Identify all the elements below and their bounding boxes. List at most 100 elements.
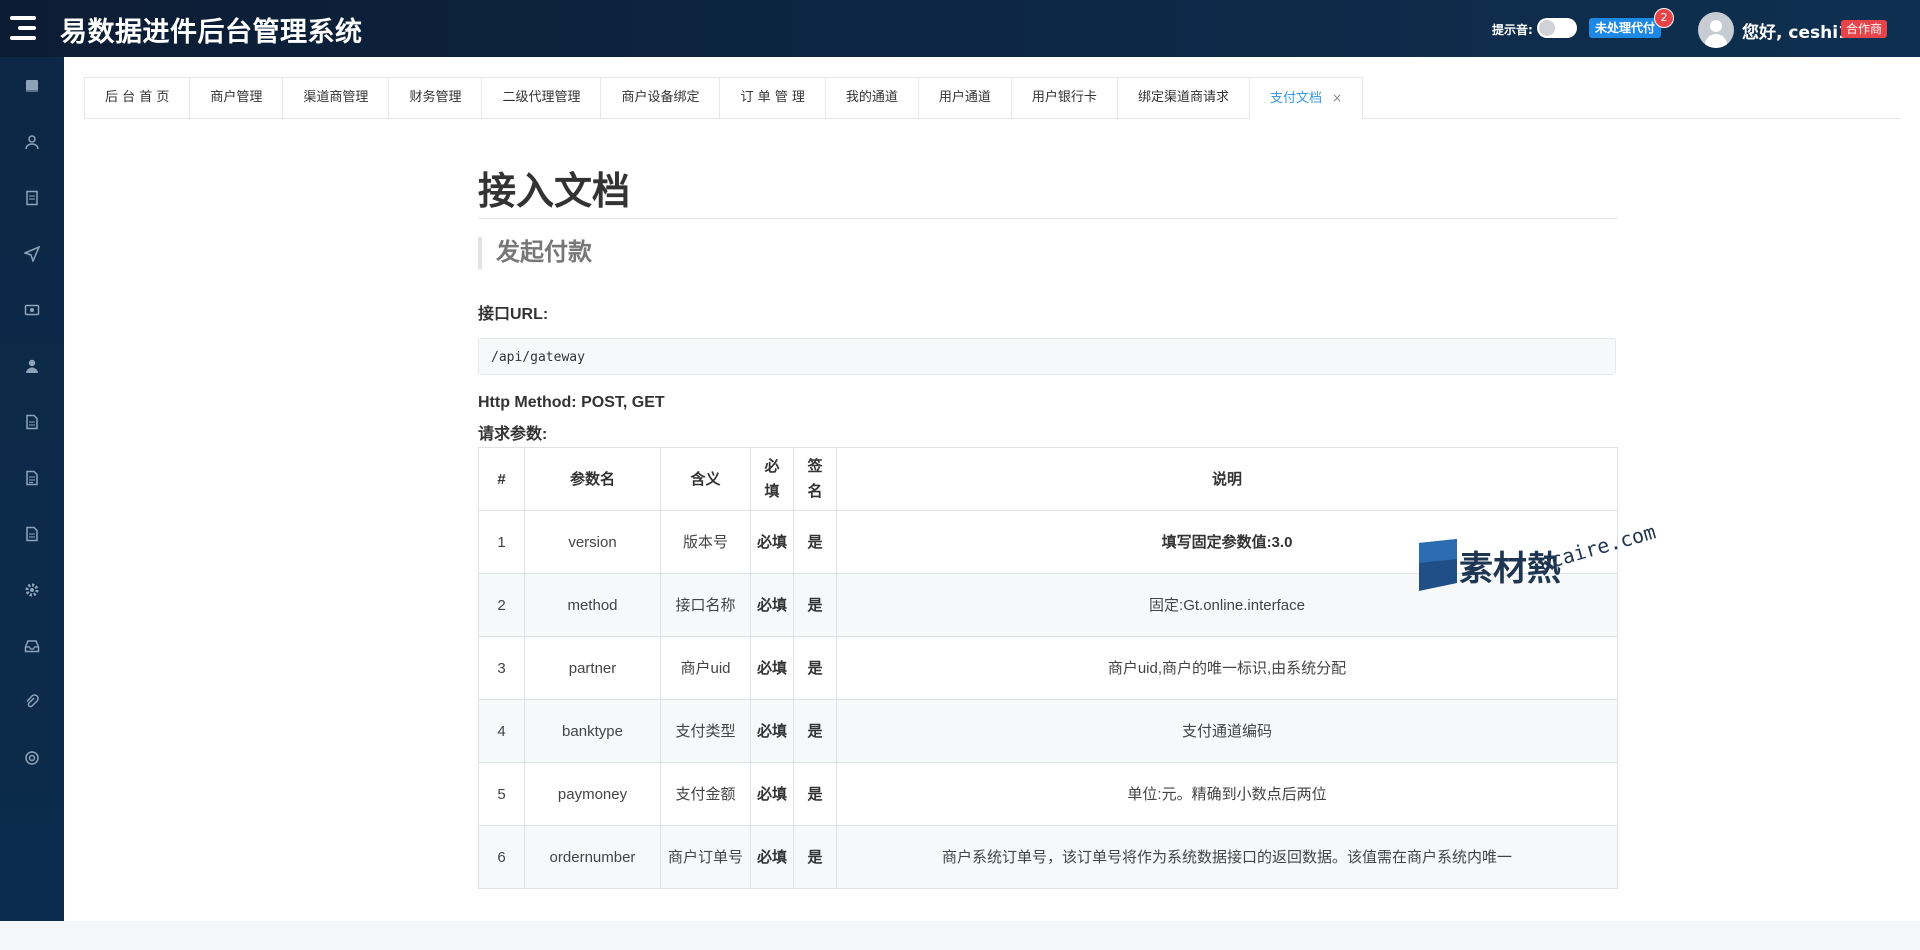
money-icon[interactable] bbox=[20, 298, 44, 322]
paperclip-icon[interactable] bbox=[20, 690, 44, 714]
book-icon[interactable] bbox=[20, 74, 44, 98]
tab-my-channels[interactable]: 我的通道 bbox=[824, 77, 918, 119]
watermark: 素材熱 sucaire.com bbox=[1419, 519, 1664, 600]
watermark-logo-icon bbox=[1419, 539, 1457, 591]
cell-param-name: paymoney bbox=[524, 762, 661, 826]
tab-sub-agent-management[interactable]: 二级代理管理 bbox=[481, 77, 601, 119]
divider bbox=[478, 218, 1618, 219]
tab-finance-management[interactable]: 财务管理 bbox=[388, 77, 482, 119]
user-greeting[interactable]: 您好, ceshi1 bbox=[1742, 18, 1850, 43]
user-outline-icon[interactable] bbox=[20, 130, 44, 154]
col-description: 说明 bbox=[836, 447, 1618, 511]
cell-signed: 是 bbox=[793, 825, 837, 889]
table-row: 5 paymoney 支付金额 必填是单位:元。精确到小数点后两位 bbox=[478, 762, 1618, 826]
http-method-label: Http Method: POST, GET bbox=[478, 394, 665, 411]
tab-user-channels[interactable]: 用户通道 bbox=[917, 77, 1011, 119]
col-index: # bbox=[478, 447, 525, 511]
cell-signed: 是 bbox=[793, 510, 837, 574]
lifebuoy-icon[interactable] bbox=[20, 746, 44, 770]
cell-param-name: version bbox=[524, 510, 661, 574]
cell-description: 单位:元。精确到小数点后两位 bbox=[836, 762, 1618, 826]
table-row: 6 ordernumber 商户订单号 必填是商户系统订单号，该订单号将作为系统数据接… bbox=[478, 825, 1618, 889]
sound-toggle[interactable] bbox=[1537, 18, 1577, 38]
menu-toggle-icon[interactable] bbox=[10, 16, 40, 42]
role-badge: 合作商 bbox=[1841, 20, 1888, 38]
cell-meaning: 版本号 bbox=[660, 510, 751, 574]
app-title: 易数据进件后台管理系统 bbox=[60, 17, 363, 48]
cell-signed: 是 bbox=[793, 699, 837, 763]
doc-title: 接入文档 bbox=[478, 171, 631, 213]
url-code-block: /api/gateway bbox=[478, 338, 1616, 375]
pending-count-badge: 2 bbox=[1654, 8, 1674, 28]
gear-icon[interactable] bbox=[20, 578, 44, 602]
cell-description: 商户系统订单号，该订单号将作为系统数据接口的返回数据。该值需在商户系统内唯一 bbox=[836, 825, 1618, 889]
col-required: 必 填 bbox=[750, 447, 794, 511]
file-list-icon[interactable] bbox=[20, 522, 44, 546]
avatar[interactable] bbox=[1698, 12, 1734, 48]
file-text-icon[interactable] bbox=[20, 466, 44, 490]
tab-channel-binding-requests[interactable]: 绑定渠道商请求 bbox=[1116, 77, 1249, 119]
pending-payout-button[interactable]: 未处理代付 bbox=[1589, 18, 1662, 38]
cell-required: 必填 bbox=[750, 699, 794, 763]
cell-required: 必填 bbox=[750, 636, 794, 700]
params-table: # 参数名 含义 必 填 签 名 说明 1 version 版本号 必填是填写固定参数… bbox=[478, 447, 1618, 889]
cell-index: 3 bbox=[478, 636, 525, 700]
file-icon[interactable] bbox=[20, 410, 44, 434]
cell-param-name: partner bbox=[524, 636, 661, 700]
cell-description: 商户uid,商户的唯一标识,由系统分配 bbox=[836, 636, 1618, 700]
tab-user-bank-cards[interactable]: 用户银行卡 bbox=[1010, 77, 1117, 119]
tab-channel-management[interactable]: 渠道商管理 bbox=[282, 77, 389, 119]
cell-meaning: 支付金额 bbox=[660, 762, 751, 826]
tab-label: 后 台 首 页 bbox=[105, 90, 170, 105]
tab-payment-docs[interactable]: 支付文档 × bbox=[1248, 77, 1364, 120]
cell-param-name: ordernumber bbox=[524, 825, 661, 889]
cell-meaning: 支付类型 bbox=[660, 699, 751, 763]
tab-merchant-management[interactable]: 商户管理 bbox=[189, 77, 283, 119]
tab-label: 绑定渠道商请求 bbox=[1137, 90, 1229, 105]
document-icon[interactable] bbox=[20, 186, 44, 210]
close-icon[interactable]: × bbox=[1332, 91, 1342, 105]
tab-label: 商户设备绑定 bbox=[621, 90, 700, 105]
cell-meaning: 接口名称 bbox=[660, 573, 751, 637]
inbox-icon[interactable] bbox=[20, 634, 44, 658]
cell-required: 必填 bbox=[750, 825, 794, 889]
cell-param-name: method bbox=[524, 573, 661, 637]
cell-description: 支付通道编码 bbox=[836, 699, 1618, 763]
sidebar bbox=[0, 57, 64, 921]
toggle-knob bbox=[1539, 20, 1555, 36]
col-meaning: 含义 bbox=[660, 447, 751, 511]
cell-index: 6 bbox=[478, 825, 525, 889]
tab-label: 支付文档 bbox=[1269, 91, 1322, 106]
cell-required: 必填 bbox=[750, 510, 794, 574]
tab-label: 渠道商管理 bbox=[303, 90, 369, 105]
table-row: 4 banktype 支付类型 必填是支付通道编码 bbox=[478, 699, 1618, 763]
tab-label: 商户管理 bbox=[210, 90, 263, 105]
tab-label: 用户通道 bbox=[938, 90, 991, 105]
section-heading: 发起付款 bbox=[478, 237, 592, 269]
url-label: 接口URL: bbox=[478, 306, 549, 323]
cell-meaning: 商户uid bbox=[660, 636, 751, 700]
main-content: 后 台 首 页 商户管理 渠道商管理 财务管理 二级代理管理 商户设备绑定 订 … bbox=[64, 57, 1920, 921]
tab-label: 用户银行卡 bbox=[1031, 90, 1097, 105]
table-header-row: # 参数名 含义 必 填 签 名 说明 bbox=[478, 447, 1618, 511]
col-param-name: 参数名 bbox=[524, 447, 661, 511]
send-icon[interactable] bbox=[20, 242, 44, 266]
col-signed: 签 名 bbox=[793, 447, 837, 511]
tab-label: 财务管理 bbox=[409, 90, 462, 105]
tab-device-binding[interactable]: 商户设备绑定 bbox=[600, 77, 720, 119]
request-params-label: 请求参数: bbox=[478, 426, 548, 443]
cell-index: 4 bbox=[478, 699, 525, 763]
tab-dashboard[interactable]: 后 台 首 页 bbox=[84, 77, 190, 119]
cell-param-name: banktype bbox=[524, 699, 661, 763]
tab-label: 订 单 管 理 bbox=[740, 90, 805, 105]
tab-label: 我的通道 bbox=[845, 90, 898, 105]
cell-index: 1 bbox=[478, 510, 525, 574]
tab-order-management[interactable]: 订 单 管 理 bbox=[719, 77, 825, 119]
user-icon[interactable] bbox=[20, 354, 44, 378]
cell-meaning: 商户订单号 bbox=[660, 825, 751, 889]
cell-signed: 是 bbox=[793, 762, 837, 826]
cell-required: 必填 bbox=[750, 573, 794, 637]
cell-index: 2 bbox=[478, 573, 525, 637]
cell-required: 必填 bbox=[750, 762, 794, 826]
tab-label: 二级代理管理 bbox=[502, 90, 581, 105]
